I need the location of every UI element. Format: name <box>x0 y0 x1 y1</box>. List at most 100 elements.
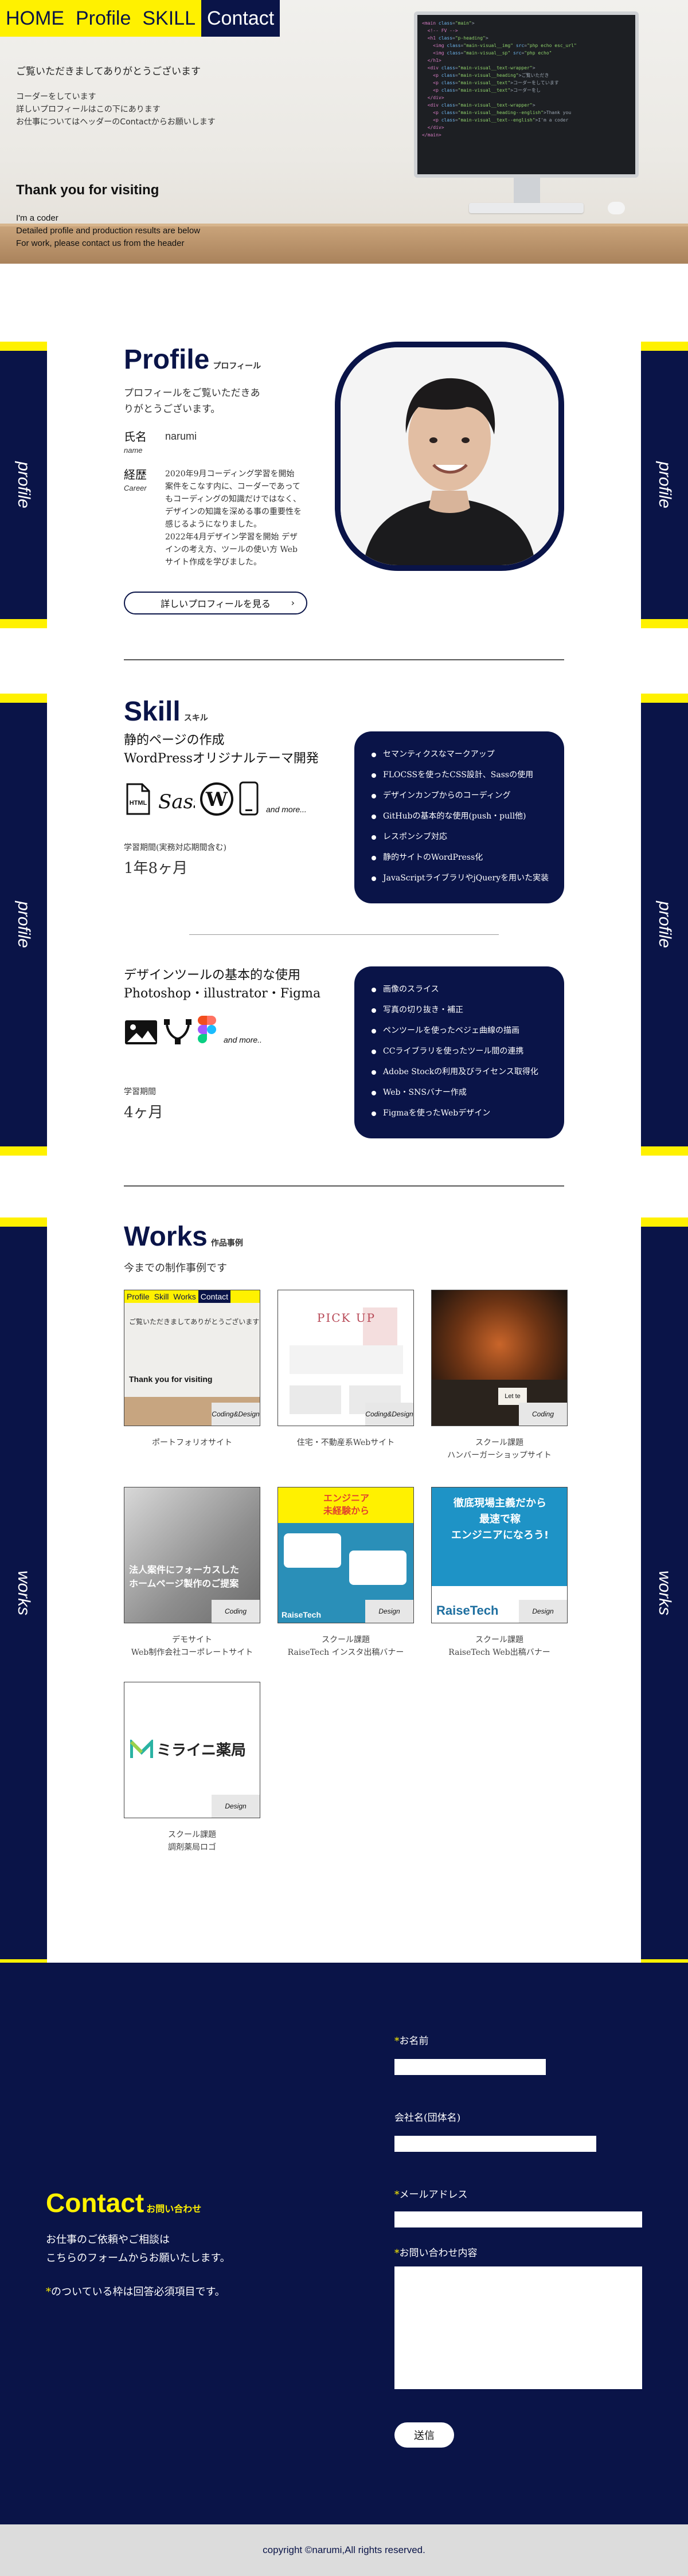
profile-more-label: 詳しいプロフィールを見る <box>161 598 271 609</box>
section-divider <box>124 1185 564 1187</box>
contact-description: お仕事のご依頼やご相談は こちらのフォームからお願いたします。 <box>46 2234 230 2264</box>
band-label: profile <box>655 901 674 948</box>
required-star-icon: * <box>394 2248 400 2259</box>
work-card[interactable]: エンジニア 未経験から RaiseTech Design スクール課題 Rais… <box>277 1487 414 1659</box>
career-paragraph: 2022年4月デザイン学習を開始 デザインの考え方、ツールの使い方 Webサイト… <box>165 533 298 567</box>
company-input[interactable] <box>394 2136 596 2152</box>
work-card[interactable]: 法人案件にフォーカスした ホームページ製作のご提案 Coding デモサイト W… <box>124 1487 260 1659</box>
work-tag: Design <box>519 1600 567 1623</box>
email-input[interactable] <box>394 2211 642 2227</box>
band-label: profile <box>14 461 33 508</box>
work-thumbnail: PICK UP Coding&Design <box>277 1290 414 1426</box>
name-label-en: name <box>124 446 143 455</box>
skill-item: JavaScriptライブラリやjQueryを用いた実装 <box>372 868 549 888</box>
hero-line: コーダーをしています <box>16 92 96 101</box>
monitor-stand <box>514 178 540 206</box>
html-file-icon: HTML <box>126 783 150 815</box>
wordpress-logo-icon: W <box>200 782 233 816</box>
nav-home[interactable]: HOME <box>0 0 70 37</box>
work-caption: スクール課題 調剤薬局ロゴ <box>168 1830 216 1852</box>
design-period: 4ヶ月 <box>124 1104 163 1121</box>
work-caption: スクール課題 RaiseTech Web出稿バナー <box>448 1635 550 1657</box>
field-label-text: お問い合わせ内容 <box>399 2248 478 2259</box>
contact-required-note: *のついている枠は回答必須項目です。 <box>46 2284 225 2299</box>
figma-logo-icon <box>198 1016 216 1043</box>
thumb-text: 徹底現場主義だから 最速で稼 エンジニアになろう! <box>451 1497 549 1541</box>
nav-profile[interactable]: Profile <box>70 0 137 37</box>
work-tag: Coding <box>519 1403 567 1426</box>
image-icon <box>125 1020 157 1044</box>
contact-title: Contact お問い合わせ <box>46 2187 201 2218</box>
career-label-jp: 経歴 <box>124 468 147 481</box>
work-card[interactable]: 徹底現場主義だから 最速で稼 エンジニアになろう! RaiseTech Desi… <box>431 1487 568 1659</box>
hero-line: お仕事についてはヘッダーのContactからお願いします <box>16 118 216 127</box>
career-label-en: Career <box>124 484 147 492</box>
header-nav: HOME Profile SKILL Contact <box>0 0 280 37</box>
email-field-label: *メールアドレス <box>394 2186 468 2201</box>
work-card[interactable]: Profile Skill Works Contact ご覧いただきましてありが… <box>124 1290 260 1449</box>
skill-item: Adobe Stockの利用及びライセンス取得化 <box>372 1062 547 1082</box>
name-value: narumi <box>165 430 197 442</box>
work-tag: Design <box>212 1795 260 1818</box>
nav-contact[interactable]: Contact <box>201 0 280 37</box>
name-input[interactable] <box>394 2059 546 2075</box>
hero-lines: コーダーをしています 詳しいプロフィールはこの下にあります お仕事についてはヘッ… <box>16 91 216 128</box>
coding-heading-line: WordPressオリジナルテーマ開発 <box>124 751 319 766</box>
skill-item: FLOCSSを使ったCSS設計、Sassの使用 <box>372 765 547 785</box>
skill-title-text: Skill <box>124 696 181 727</box>
profile-more-button[interactable]: 詳しいプロフィールを見る › <box>124 592 307 614</box>
coding-heading-line: 静的ページの作成 <box>124 733 225 747</box>
profile-name-row: 氏名 name narumi <box>124 428 319 462</box>
work-card[interactable]: Let te Coding スクール課題 ハンバーガーショップサイト <box>431 1290 568 1462</box>
thumb-bubble <box>349 1551 406 1585</box>
design-period-label: 学習期間 <box>124 1087 156 1097</box>
submit-button[interactable]: 送信 <box>394 2422 454 2448</box>
code-screen: <main class="main"> <!-- FV --> <h1 clas… <box>422 21 577 138</box>
coding-icons: HTML Sass W and more... <box>124 781 307 816</box>
works-title-text: Works <box>124 1222 208 1252</box>
thumb-text: ご覧いただきましてありがとうございます <box>129 1318 260 1326</box>
design-heading-line: Photoshop・illustrator・Figma <box>124 986 321 1001</box>
skill-item: 写真の切り抜き・補正 <box>372 1000 547 1020</box>
thumb-title: Thank you for visiting <box>129 1375 213 1384</box>
thumb-nav-item: Works <box>173 1292 196 1301</box>
message-textarea[interactable] <box>394 2266 642 2389</box>
work-caption: 住宅・不動産系Webサイト <box>296 1438 395 1447</box>
smartphone-icon <box>239 781 259 816</box>
work-caption: ポートフォリオサイト <box>152 1438 232 1447</box>
profile-title-text: Profile <box>124 344 210 375</box>
person-photo-icon <box>341 347 558 565</box>
band-label: works <box>14 1570 33 1616</box>
mouse <box>608 202 625 214</box>
pharmacy-logo: ミライニ薬局 <box>130 1739 246 1760</box>
hero-title: Thank you for visiting <box>16 182 159 198</box>
skill-item: レスポンシブ対応 <box>372 827 547 847</box>
works-subtitle: 今までの制作事例です <box>124 1262 227 1274</box>
skill-item: ペンツールを使ったベジェ曲線の描画 <box>372 1020 547 1041</box>
coding-period: 1年8ヶ月 <box>124 860 188 877</box>
works-title: Works 作品事例 <box>124 1221 243 1252</box>
thumb-title: PICK UP <box>316 1311 376 1325</box>
coding-period-label: 学習期間(実務対応期間含む) <box>124 843 226 852</box>
thumb-title: RaiseTech <box>282 1610 321 1619</box>
side-band-profile-right: profile <box>641 342 688 628</box>
thumb-bubble <box>284 1533 341 1568</box>
required-star-icon: * <box>394 2035 400 2047</box>
contact-section: Contact お問い合わせ お仕事のご依頼やご相談は こちらのフォームからお願い… <box>0 1963 688 2524</box>
thumb-text: エンジニア 未経験から <box>323 1493 369 1516</box>
side-band-skill-left: profile <box>0 694 47 1156</box>
works-title-jp: 作品事例 <box>210 1239 243 1248</box>
hero-greeting: ご覧いただきましてありがとうございます <box>16 66 201 77</box>
skill-item: Web・SNSバナー作成 <box>372 1082 547 1103</box>
name-field-label: *お名前 <box>394 2033 429 2047</box>
band-label: profile <box>14 901 33 948</box>
skill-divider <box>189 934 499 935</box>
work-card[interactable]: PICK UP Coding&Design 住宅・不動産系Webサイト <box>277 1290 414 1449</box>
design-heading-line: デザインツールの基本的な使用 <box>124 968 301 982</box>
svg-text:Sass: Sass <box>158 790 195 813</box>
required-star-icon: * <box>46 2286 51 2298</box>
work-card[interactable]: ミライニ薬局 Design スクール課題 調剤薬局ロゴ <box>124 1682 260 1854</box>
coding-more-text: and more... <box>266 805 307 814</box>
nav-skill[interactable]: SKILL <box>136 0 201 37</box>
skill-item: GitHubの基本的な使用(push・pull他) <box>372 806 547 827</box>
